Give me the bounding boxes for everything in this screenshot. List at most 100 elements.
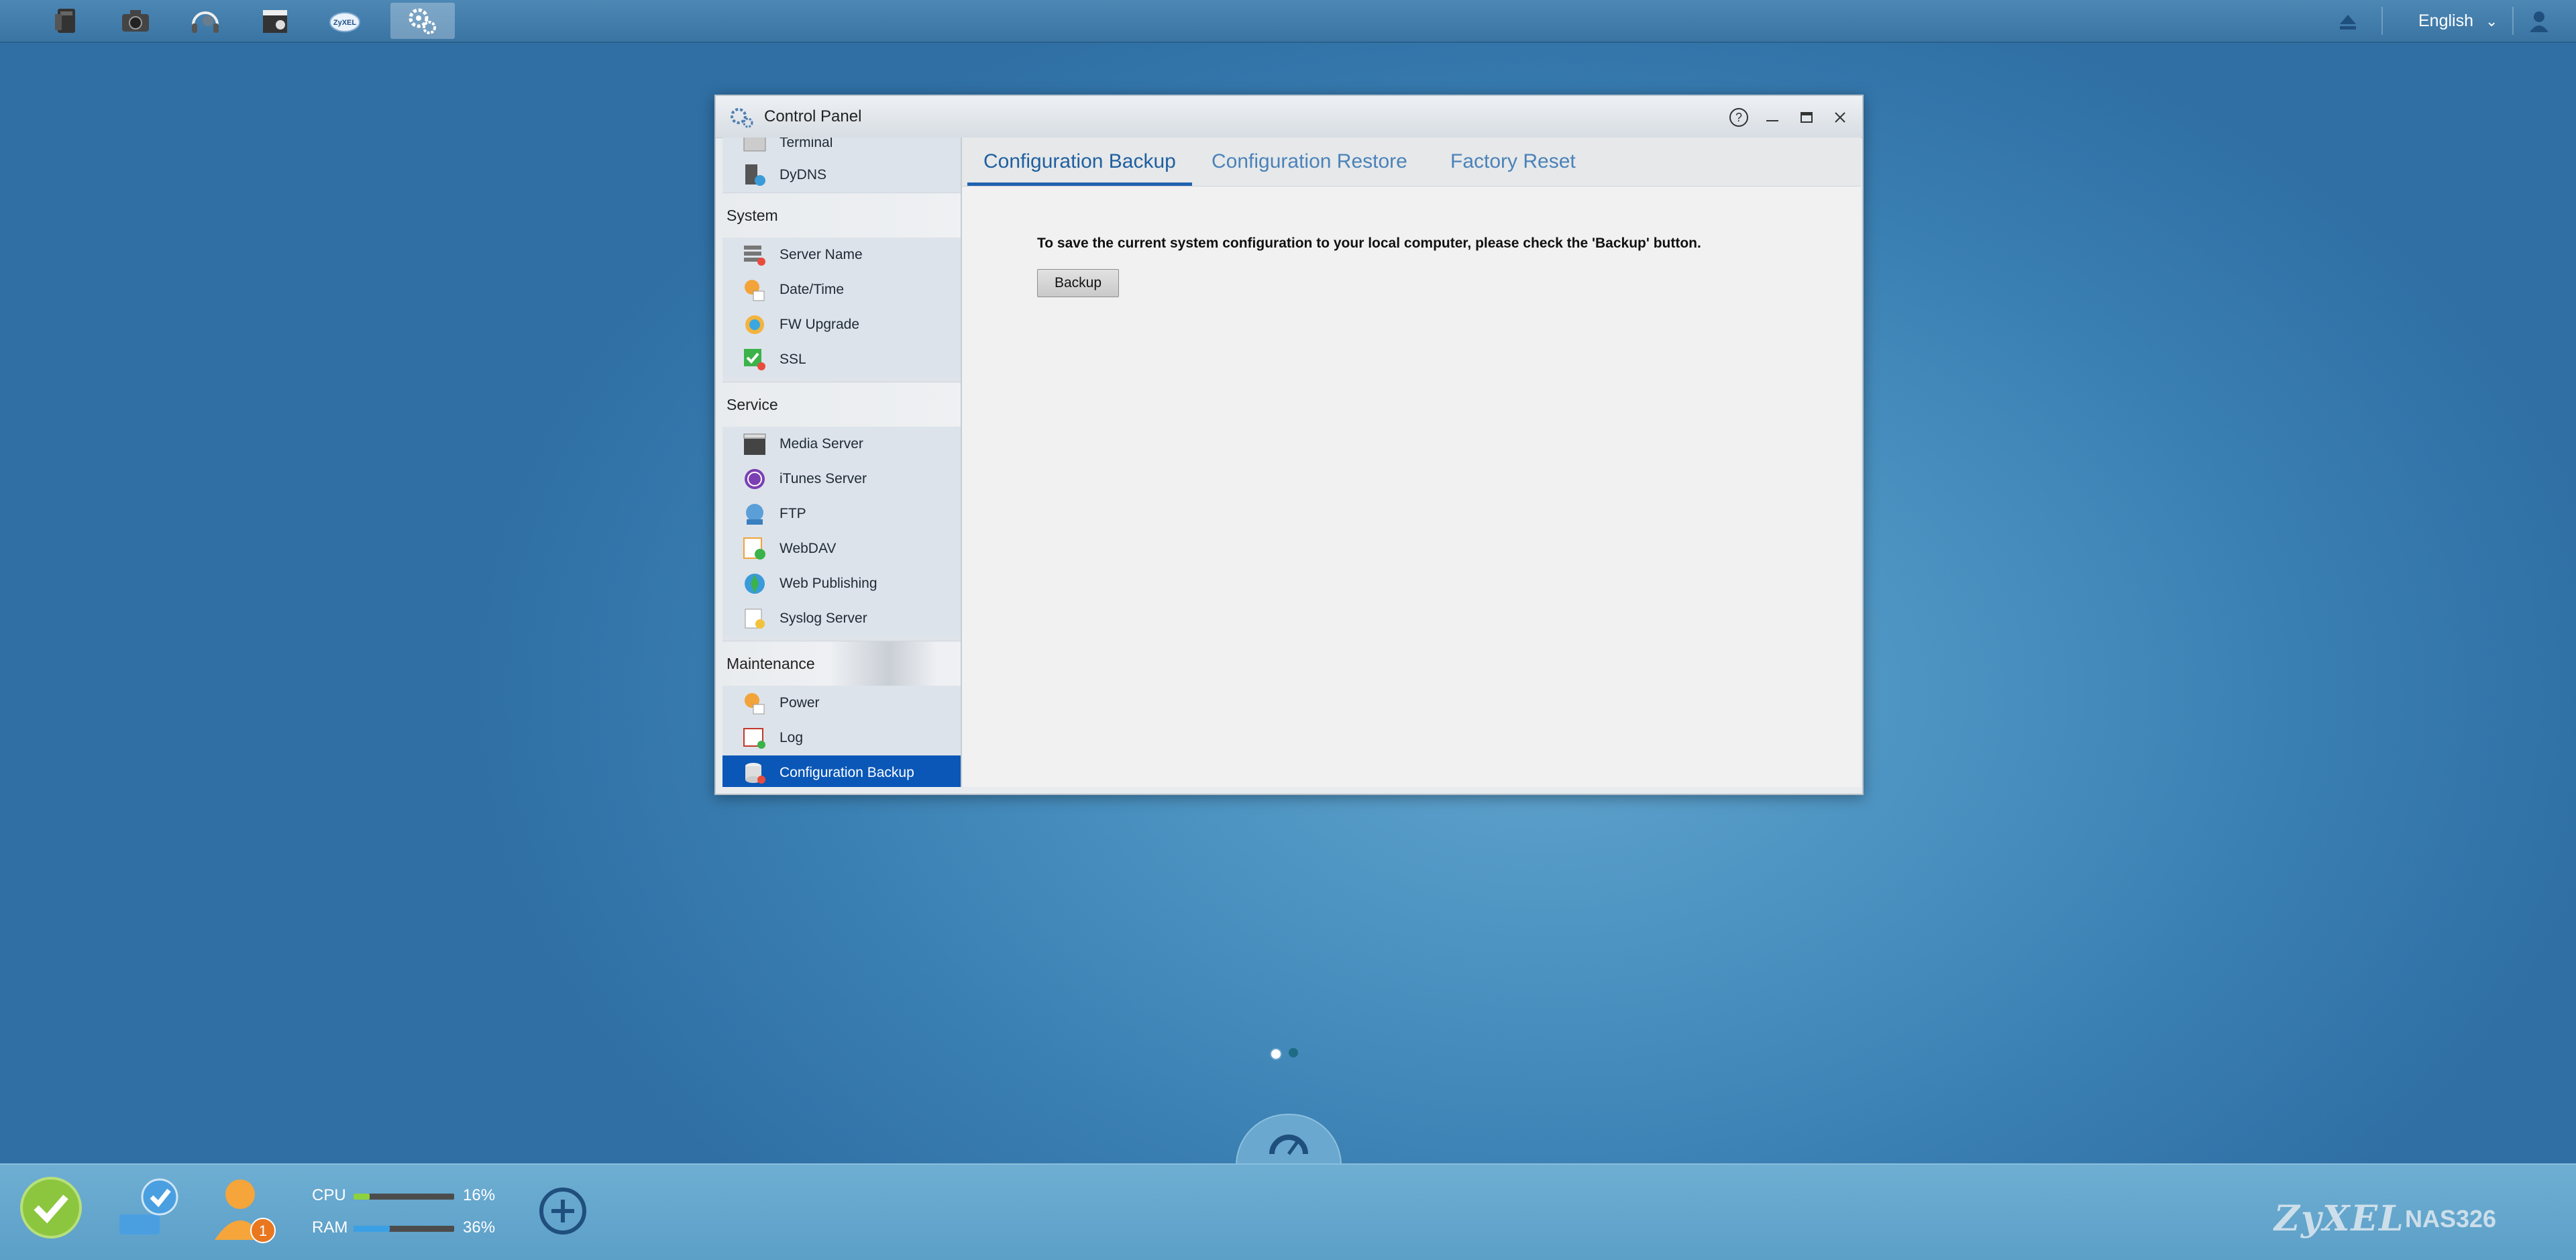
cpu-meter (354, 1194, 454, 1200)
sidebar-item-label: WebDAV (780, 541, 837, 556)
sidebar-item-label: Web Publishing (780, 576, 877, 591)
svg-text:1: 1 (259, 1222, 267, 1239)
sidebar-item-label: Configuration Backup (780, 765, 914, 780)
model-name: NAS326 (2405, 1205, 2497, 1232)
itunes-server-icon (745, 469, 765, 489)
window-title: Control Panel (764, 107, 862, 125)
sidebar-item-webdav[interactable]: WebDAV (722, 531, 961, 566)
cpu-meter-fill (354, 1194, 370, 1200)
brand-logo: ZyXEL (2274, 1198, 2405, 1239)
section-title: Maintenance (727, 655, 815, 672)
sidebar-item-power[interactable]: Power (722, 686, 961, 721)
ram-meter-fill (354, 1226, 390, 1232)
ram-label: RAM (312, 1218, 348, 1237)
sidebar-item-label: Terminal (780, 138, 833, 150)
sidebar-item-dydns[interactable]: DyDNS (722, 158, 961, 193)
sidebar-item-ssl[interactable]: SSL (722, 342, 961, 377)
sidebar-item-label: Server Name (780, 247, 863, 262)
ram-meter (354, 1226, 454, 1232)
dashboard-toggle[interactable] (1236, 1114, 1342, 1169)
chevron-down-icon: ⌄ (2485, 13, 2498, 30)
configuration-backup-icon (745, 763, 765, 784)
main-pane: Configuration Backup Configuration Resto… (962, 138, 1861, 787)
add-widget-icon[interactable] (537, 1185, 589, 1237)
user-status-icon[interactable]: 1 (208, 1174, 282, 1245)
sidebar-item-label: Power (780, 695, 820, 711)
tab-bar: Configuration Backup Configuration Resto… (962, 138, 1861, 187)
user-icon[interactable] (2526, 8, 2553, 35)
sidebar[interactable]: Terminal DyDNS System Server Name Date/T… (722, 138, 962, 787)
system-status-check-icon[interactable] (19, 1175, 83, 1240)
sidebar-item-label: Date/Time (780, 282, 845, 297)
divider (2512, 7, 2514, 35)
svg-text:?: ? (1735, 111, 1742, 124)
sidebar-item-label: Log (780, 730, 804, 745)
svg-text:ZyXEL: ZyXEL (333, 19, 357, 27)
maximize-icon[interactable] (1794, 105, 1819, 129)
sidebar-item-syslog-server[interactable]: Syslog Server (722, 601, 961, 636)
sidebar-item-itunes-server[interactable]: iTunes Server (722, 462, 961, 496)
sidebar-item-date-time[interactable]: Date/Time (722, 272, 961, 307)
syslog-server-icon (745, 609, 765, 629)
dydns-icon (745, 164, 765, 186)
server-name-icon (744, 246, 765, 266)
ftp-icon (746, 504, 763, 525)
sidebar-section-service: Service (722, 382, 961, 427)
sidebar-item-log[interactable]: Log (722, 721, 961, 755)
sidebar-item-label: iTunes Server (780, 471, 867, 486)
sidebar-section-maintenance: Maintenance (722, 641, 961, 686)
video-icon[interactable] (243, 3, 307, 39)
sidebar-item-label: Syslog Server (780, 611, 867, 626)
log-icon (743, 728, 765, 749)
minimize-icon[interactable] (1760, 105, 1784, 129)
sidebar-item-fw-upgrade[interactable]: FW Upgrade (722, 307, 961, 342)
language-selector[interactable]: English ⌄ (2418, 8, 2498, 34)
top-taskbar: ZyXEL English ⌄ (0, 0, 2576, 43)
terminal-icon (743, 138, 766, 152)
file-browser-icon[interactable] (34, 3, 98, 39)
tab-factory-reset[interactable]: Factory Reset (1434, 138, 1592, 186)
page-dot[interactable] (1270, 1048, 1282, 1060)
speedometer-icon (1269, 1135, 1308, 1155)
power-icon (745, 693, 765, 715)
webdav-icon (743, 537, 765, 560)
section-title: System (727, 207, 778, 224)
backup-button[interactable]: Backup (1037, 269, 1119, 297)
ram-value: 36% (463, 1218, 496, 1237)
sidebar-item-label: FW Upgrade (780, 317, 860, 332)
window-titlebar[interactable]: Control Panel ? (716, 96, 1862, 138)
close-icon[interactable] (1828, 105, 1852, 129)
backup-description: To save the current system configuration… (1037, 235, 1701, 251)
sidebar-item-label: Media Server (780, 436, 863, 452)
divider (2381, 7, 2383, 35)
sidebar-item-configuration-backup[interactable]: Configuration Backup (722, 755, 961, 787)
sidebar-item-ftp[interactable]: FTP (722, 496, 961, 531)
zyxel-cloud-icon[interactable]: ZyXEL (313, 3, 377, 39)
section-title: Service (727, 396, 778, 413)
cpu-value: 16% (463, 1186, 496, 1204)
eject-icon[interactable] (2334, 8, 2361, 35)
sidebar-item-web-publishing[interactable]: Web Publishing (722, 566, 961, 601)
web-publishing-icon (745, 574, 765, 594)
cpu-label: CPU (312, 1186, 346, 1204)
date-time-icon (745, 280, 765, 301)
language-label: English (2418, 11, 2473, 30)
music-icon[interactable] (173, 3, 237, 39)
sidebar-item-server-name[interactable]: Server Name (722, 238, 961, 272)
bottom-tray: 1 CPU 16% RAM 36% (0, 1163, 2576, 1260)
help-icon[interactable]: ? (1727, 105, 1751, 129)
control-panel-icon[interactable] (390, 3, 455, 39)
page-dot[interactable] (1289, 1048, 1298, 1057)
control-panel-window: Control Panel ? Terminal DyDNS System Se… (714, 95, 1864, 795)
photo-icon[interactable] (103, 3, 168, 39)
tab-configuration-restore[interactable]: Configuration Restore (1195, 138, 1424, 186)
control-panel-icon (731, 108, 753, 128)
sidebar-item-label: FTP (780, 506, 806, 521)
sidebar-item-label: SSL (780, 352, 806, 367)
fw-upgrade-icon (745, 315, 764, 334)
storage-status-icon[interactable] (113, 1174, 186, 1241)
sidebar-item-media-server[interactable]: Media Server (722, 427, 961, 462)
sidebar-item-terminal[interactable]: Terminal (722, 138, 961, 160)
ssl-icon (744, 349, 765, 370)
tab-configuration-backup[interactable]: Configuration Backup (967, 138, 1192, 186)
